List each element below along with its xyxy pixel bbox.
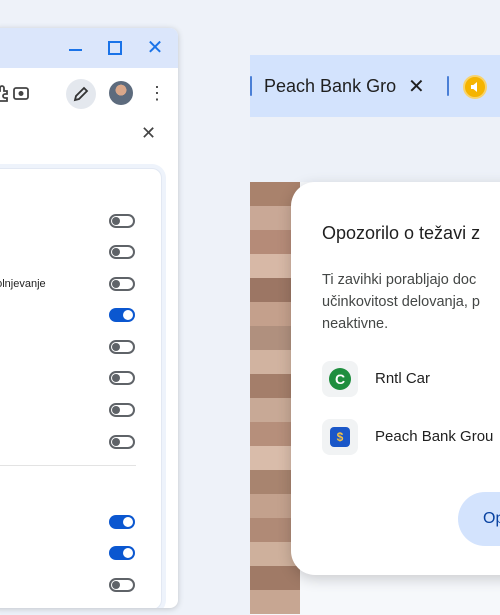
toggle-switch[interactable] [109, 308, 135, 322]
toggle-switch[interactable] [109, 277, 135, 291]
left-toolbar: ⋮ [0, 68, 178, 118]
dialog-body-line: neaktivne. [322, 316, 389, 332]
panel-close-icon[interactable]: ✕ [141, 123, 156, 144]
toggle-switch[interactable] [109, 214, 135, 228]
rntl-car-favicon: C [322, 361, 358, 397]
peach-bank-favicon: $ [322, 419, 358, 455]
rntl-car-logo-icon: C [329, 368, 351, 390]
peach-bank-logo-icon: $ [330, 427, 350, 447]
toggle-switch[interactable] [109, 515, 135, 529]
audio-playing-icon[interactable] [463, 75, 487, 99]
toggle-switch[interactable] [109, 578, 135, 592]
toolbar-area [250, 117, 500, 182]
screenshot-icon[interactable] [8, 80, 34, 106]
dialog-action-button[interactable]: Op [458, 492, 500, 546]
tab-separator [447, 76, 449, 96]
toggle-switch[interactable] [109, 546, 135, 560]
tab-strip: Peach Bank Gro ✕ [250, 55, 500, 117]
divider [0, 465, 136, 466]
avatar[interactable] [109, 81, 133, 105]
close-window-icon[interactable]: ✕ [143, 36, 167, 60]
toggle-switch[interactable] [109, 340, 135, 354]
more-menu-icon[interactable]: ⋮ [144, 80, 170, 106]
site-name: Peach Bank Grou [375, 428, 494, 445]
left-browser-window: ✕ ⋮ ✕ polnjevanje [0, 28, 178, 608]
tab-title[interactable]: Peach Bank Gro [264, 76, 398, 97]
toggle-switch[interactable] [109, 403, 135, 417]
minimize-icon[interactable] [63, 36, 87, 60]
toggle-switch[interactable] [109, 245, 135, 259]
settings-card [0, 168, 162, 608]
tab-close-icon[interactable]: ✕ [408, 74, 425, 99]
left-titlebar: ✕ [0, 28, 178, 68]
dialog-body-line: učinkovitost delovanja, p [322, 294, 480, 310]
right-browser-window: Peach Bank Gro ✕ Opozorilo o težavi z Ti… [250, 55, 500, 615]
maximize-icon[interactable] [103, 36, 127, 60]
setting-label: polnjevanje [0, 278, 46, 290]
toggle-switch[interactable] [109, 371, 135, 385]
tab-separator [250, 76, 252, 96]
edit-icon[interactable] [66, 79, 96, 109]
dialog-body-line: Ti zavihki porabljajo doc [322, 272, 477, 288]
performance-alert-dialog: Opozorilo o težavi z Ti zavihki porablja… [291, 182, 500, 575]
dialog-body: Ti zavihki porabljajo doc učinkovitost d… [322, 269, 500, 335]
site-name: Rntl Car [375, 370, 431, 387]
dialog-title: Opozorilo o težavi z [322, 223, 481, 243]
toggle-switch[interactable] [109, 435, 135, 449]
